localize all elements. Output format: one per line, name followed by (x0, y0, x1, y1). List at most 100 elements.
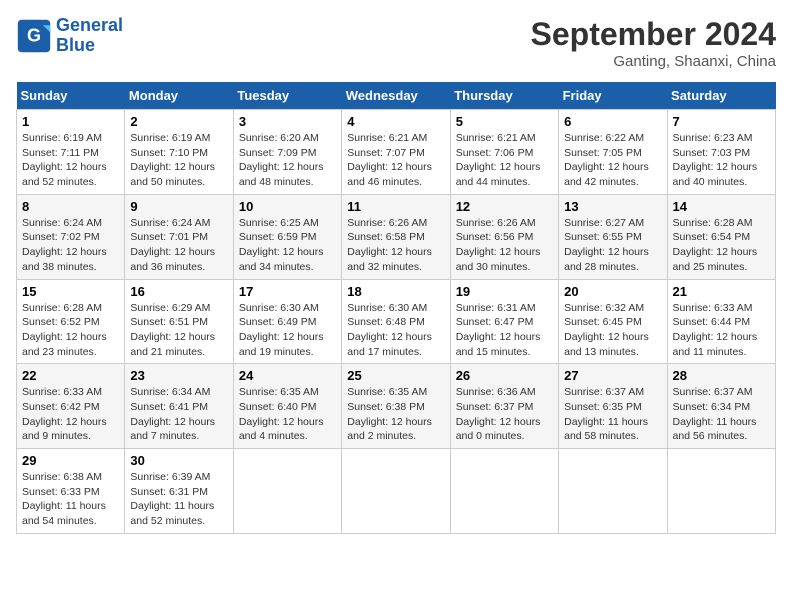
calendar-cell: 27 Sunrise: 6:37 AM Sunset: 6:35 PM Dayli… (559, 364, 667, 449)
calendar-cell (667, 449, 775, 534)
day-info: Sunrise: 6:31 AM Sunset: 6:47 PM Dayligh… (456, 301, 553, 360)
calendar-row-1: 8 Sunrise: 6:24 AM Sunset: 7:02 PM Daylig… (17, 194, 776, 279)
calendar-cell: 23Sunrise: 6:34 AM Sunset: 6:41 PM Dayli… (125, 364, 233, 449)
day-number: 22 (22, 368, 119, 383)
day-info: Sunrise: 6:26 AM Sunset: 6:56 PM Dayligh… (456, 216, 553, 275)
day-info: Sunrise: 6:26 AM Sunset: 6:58 PM Dayligh… (347, 216, 444, 275)
day-number: 24 (239, 368, 336, 383)
day-number: 16 (130, 284, 227, 299)
calendar-cell: 12Sunrise: 6:26 AM Sunset: 6:56 PM Dayli… (450, 194, 558, 279)
calendar-cell (559, 449, 667, 534)
calendar-cell: 14 Sunrise: 6:28 AM Sunset: 6:54 PM Dayli… (667, 194, 775, 279)
calendar-cell: 3 Sunrise: 6:20 AM Sunset: 7:09 PM Daylig… (233, 110, 341, 195)
day-info: Sunrise: 6:24 AM Sunset: 7:02 PM Dayligh… (22, 216, 119, 275)
day-number: 1 (22, 114, 119, 129)
day-number: 29 (22, 453, 119, 468)
calendar-cell: 28Sunrise: 6:37 AM Sunset: 6:34 PM Dayli… (667, 364, 775, 449)
day-number: 5 (456, 114, 553, 129)
day-number: 15 (22, 284, 119, 299)
day-number: 13 (564, 199, 661, 214)
day-info: Sunrise: 6:28 AM Sunset: 6:54 PM Dayligh… (673, 216, 770, 275)
day-info: Sunrise: 6:28 AM Sunset: 6:52 PM Dayligh… (22, 301, 119, 360)
day-number: 26 (456, 368, 553, 383)
day-info: Sunrise: 6:38 AM Sunset: 6:33 PM Dayligh… (22, 470, 119, 529)
day-number: 2 (130, 114, 227, 129)
logo: G General Blue (16, 16, 123, 56)
day-number: 30 (130, 453, 227, 468)
day-number: 14 (673, 199, 770, 214)
day-info: Sunrise: 6:25 AM Sunset: 6:59 PM Dayligh… (239, 216, 336, 275)
day-info: Sunrise: 6:37 AM Sunset: 6:35 PM Dayligh… (564, 385, 661, 444)
calendar-cell: 30Sunrise: 6:39 AM Sunset: 6:31 PM Dayli… (125, 449, 233, 534)
calendar-cell: 11Sunrise: 6:26 AM Sunset: 6:58 PM Dayli… (342, 194, 450, 279)
svg-text:G: G (27, 25, 41, 45)
day-number: 7 (673, 114, 770, 129)
day-info: Sunrise: 6:33 AM Sunset: 6:42 PM Dayligh… (22, 385, 119, 444)
day-info: Sunrise: 6:33 AM Sunset: 6:44 PM Dayligh… (673, 301, 770, 360)
header-monday: Monday (125, 82, 233, 110)
day-number: 25 (347, 368, 444, 383)
day-number: 3 (239, 114, 336, 129)
calendar-cell: 13 Sunrise: 6:27 AM Sunset: 6:55 PM Dayli… (559, 194, 667, 279)
header-thursday: Thursday (450, 82, 558, 110)
day-info: Sunrise: 6:35 AM Sunset: 6:38 PM Dayligh… (347, 385, 444, 444)
day-info: Sunrise: 6:19 AM Sunset: 7:10 PM Dayligh… (130, 131, 227, 190)
calendar-cell: 8 Sunrise: 6:24 AM Sunset: 7:02 PM Daylig… (17, 194, 125, 279)
calendar-cell: 19Sunrise: 6:31 AM Sunset: 6:47 PM Dayli… (450, 279, 558, 364)
day-info: Sunrise: 6:29 AM Sunset: 6:51 PM Dayligh… (130, 301, 227, 360)
day-info: Sunrise: 6:37 AM Sunset: 6:34 PM Dayligh… (673, 385, 770, 444)
page-header: G General Blue September 2024 Ganting, S… (16, 16, 776, 70)
title-block: September 2024 Ganting, Shaanxi, China (531, 16, 776, 70)
location: Ganting, Shaanxi, China (531, 53, 776, 70)
day-info: Sunrise: 6:32 AM Sunset: 6:45 PM Dayligh… (564, 301, 661, 360)
month-title: September 2024 (531, 16, 776, 53)
day-info: Sunrise: 6:30 AM Sunset: 6:48 PM Dayligh… (347, 301, 444, 360)
header-tuesday: Tuesday (233, 82, 341, 110)
header-wednesday: Wednesday (342, 82, 450, 110)
calendar-cell: 15 Sunrise: 6:28 AM Sunset: 6:52 PM Dayli… (17, 279, 125, 364)
calendar-cell: 10 Sunrise: 6:25 AM Sunset: 6:59 PM Dayli… (233, 194, 341, 279)
calendar-cell: 7 Sunrise: 6:23 AM Sunset: 7:03 PM Daylig… (667, 110, 775, 195)
header-saturday: Saturday (667, 82, 775, 110)
calendar-cell: 21Sunrise: 6:33 AM Sunset: 6:44 PM Dayli… (667, 279, 775, 364)
calendar-cell: 16 Sunrise: 6:29 AM Sunset: 6:51 PM Dayli… (125, 279, 233, 364)
calendar-header-row: SundayMondayTuesdayWednesdayThursdayFrid… (17, 82, 776, 110)
day-info: Sunrise: 6:36 AM Sunset: 6:37 PM Dayligh… (456, 385, 553, 444)
calendar-cell: 24 Sunrise: 6:35 AM Sunset: 6:40 PM Dayli… (233, 364, 341, 449)
day-info: Sunrise: 6:21 AM Sunset: 7:06 PM Dayligh… (456, 131, 553, 190)
day-number: 20 (564, 284, 661, 299)
calendar-cell: 4Sunrise: 6:21 AM Sunset: 7:07 PM Daylig… (342, 110, 450, 195)
day-info: Sunrise: 6:23 AM Sunset: 7:03 PM Dayligh… (673, 131, 770, 190)
logo-blue: Blue (56, 35, 95, 55)
day-info: Sunrise: 6:30 AM Sunset: 6:49 PM Dayligh… (239, 301, 336, 360)
calendar-cell (233, 449, 341, 534)
calendar-cell: 25 Sunrise: 6:35 AM Sunset: 6:38 PM Dayli… (342, 364, 450, 449)
calendar-row-2: 15 Sunrise: 6:28 AM Sunset: 6:52 PM Dayli… (17, 279, 776, 364)
calendar-cell: 9 Sunrise: 6:24 AM Sunset: 7:01 PM Daylig… (125, 194, 233, 279)
calendar-cell: 17 Sunrise: 6:30 AM Sunset: 6:49 PM Dayli… (233, 279, 341, 364)
calendar-cell: 2 Sunrise: 6:19 AM Sunset: 7:10 PM Daylig… (125, 110, 233, 195)
calendar-cell: 5 Sunrise: 6:21 AM Sunset: 7:06 PM Daylig… (450, 110, 558, 195)
calendar-cell: 6Sunrise: 6:22 AM Sunset: 7:05 PM Daylig… (559, 110, 667, 195)
day-info: Sunrise: 6:27 AM Sunset: 6:55 PM Dayligh… (564, 216, 661, 275)
calendar-cell: 22 Sunrise: 6:33 AM Sunset: 6:42 PM Dayli… (17, 364, 125, 449)
day-number: 23 (130, 368, 227, 383)
day-info: Sunrise: 6:19 AM Sunset: 7:11 PM Dayligh… (22, 131, 119, 190)
calendar-cell (450, 449, 558, 534)
day-info: Sunrise: 6:24 AM Sunset: 7:01 PM Dayligh… (130, 216, 227, 275)
calendar-cell: 26 Sunrise: 6:36 AM Sunset: 6:37 PM Dayli… (450, 364, 558, 449)
day-number: 4 (347, 114, 444, 129)
day-number: 8 (22, 199, 119, 214)
day-number: 27 (564, 368, 661, 383)
day-info: Sunrise: 6:35 AM Sunset: 6:40 PM Dayligh… (239, 385, 336, 444)
day-number: 18 (347, 284, 444, 299)
logo-text: General Blue (56, 16, 123, 56)
calendar-cell: 18 Sunrise: 6:30 AM Sunset: 6:48 PM Dayli… (342, 279, 450, 364)
logo-icon: G (16, 18, 52, 54)
day-number: 17 (239, 284, 336, 299)
day-number: 10 (239, 199, 336, 214)
day-info: Sunrise: 6:20 AM Sunset: 7:09 PM Dayligh… (239, 131, 336, 190)
calendar-cell: 1 Sunrise: 6:19 AM Sunset: 7:11 PM Daylig… (17, 110, 125, 195)
day-number: 6 (564, 114, 661, 129)
day-number: 9 (130, 199, 227, 214)
